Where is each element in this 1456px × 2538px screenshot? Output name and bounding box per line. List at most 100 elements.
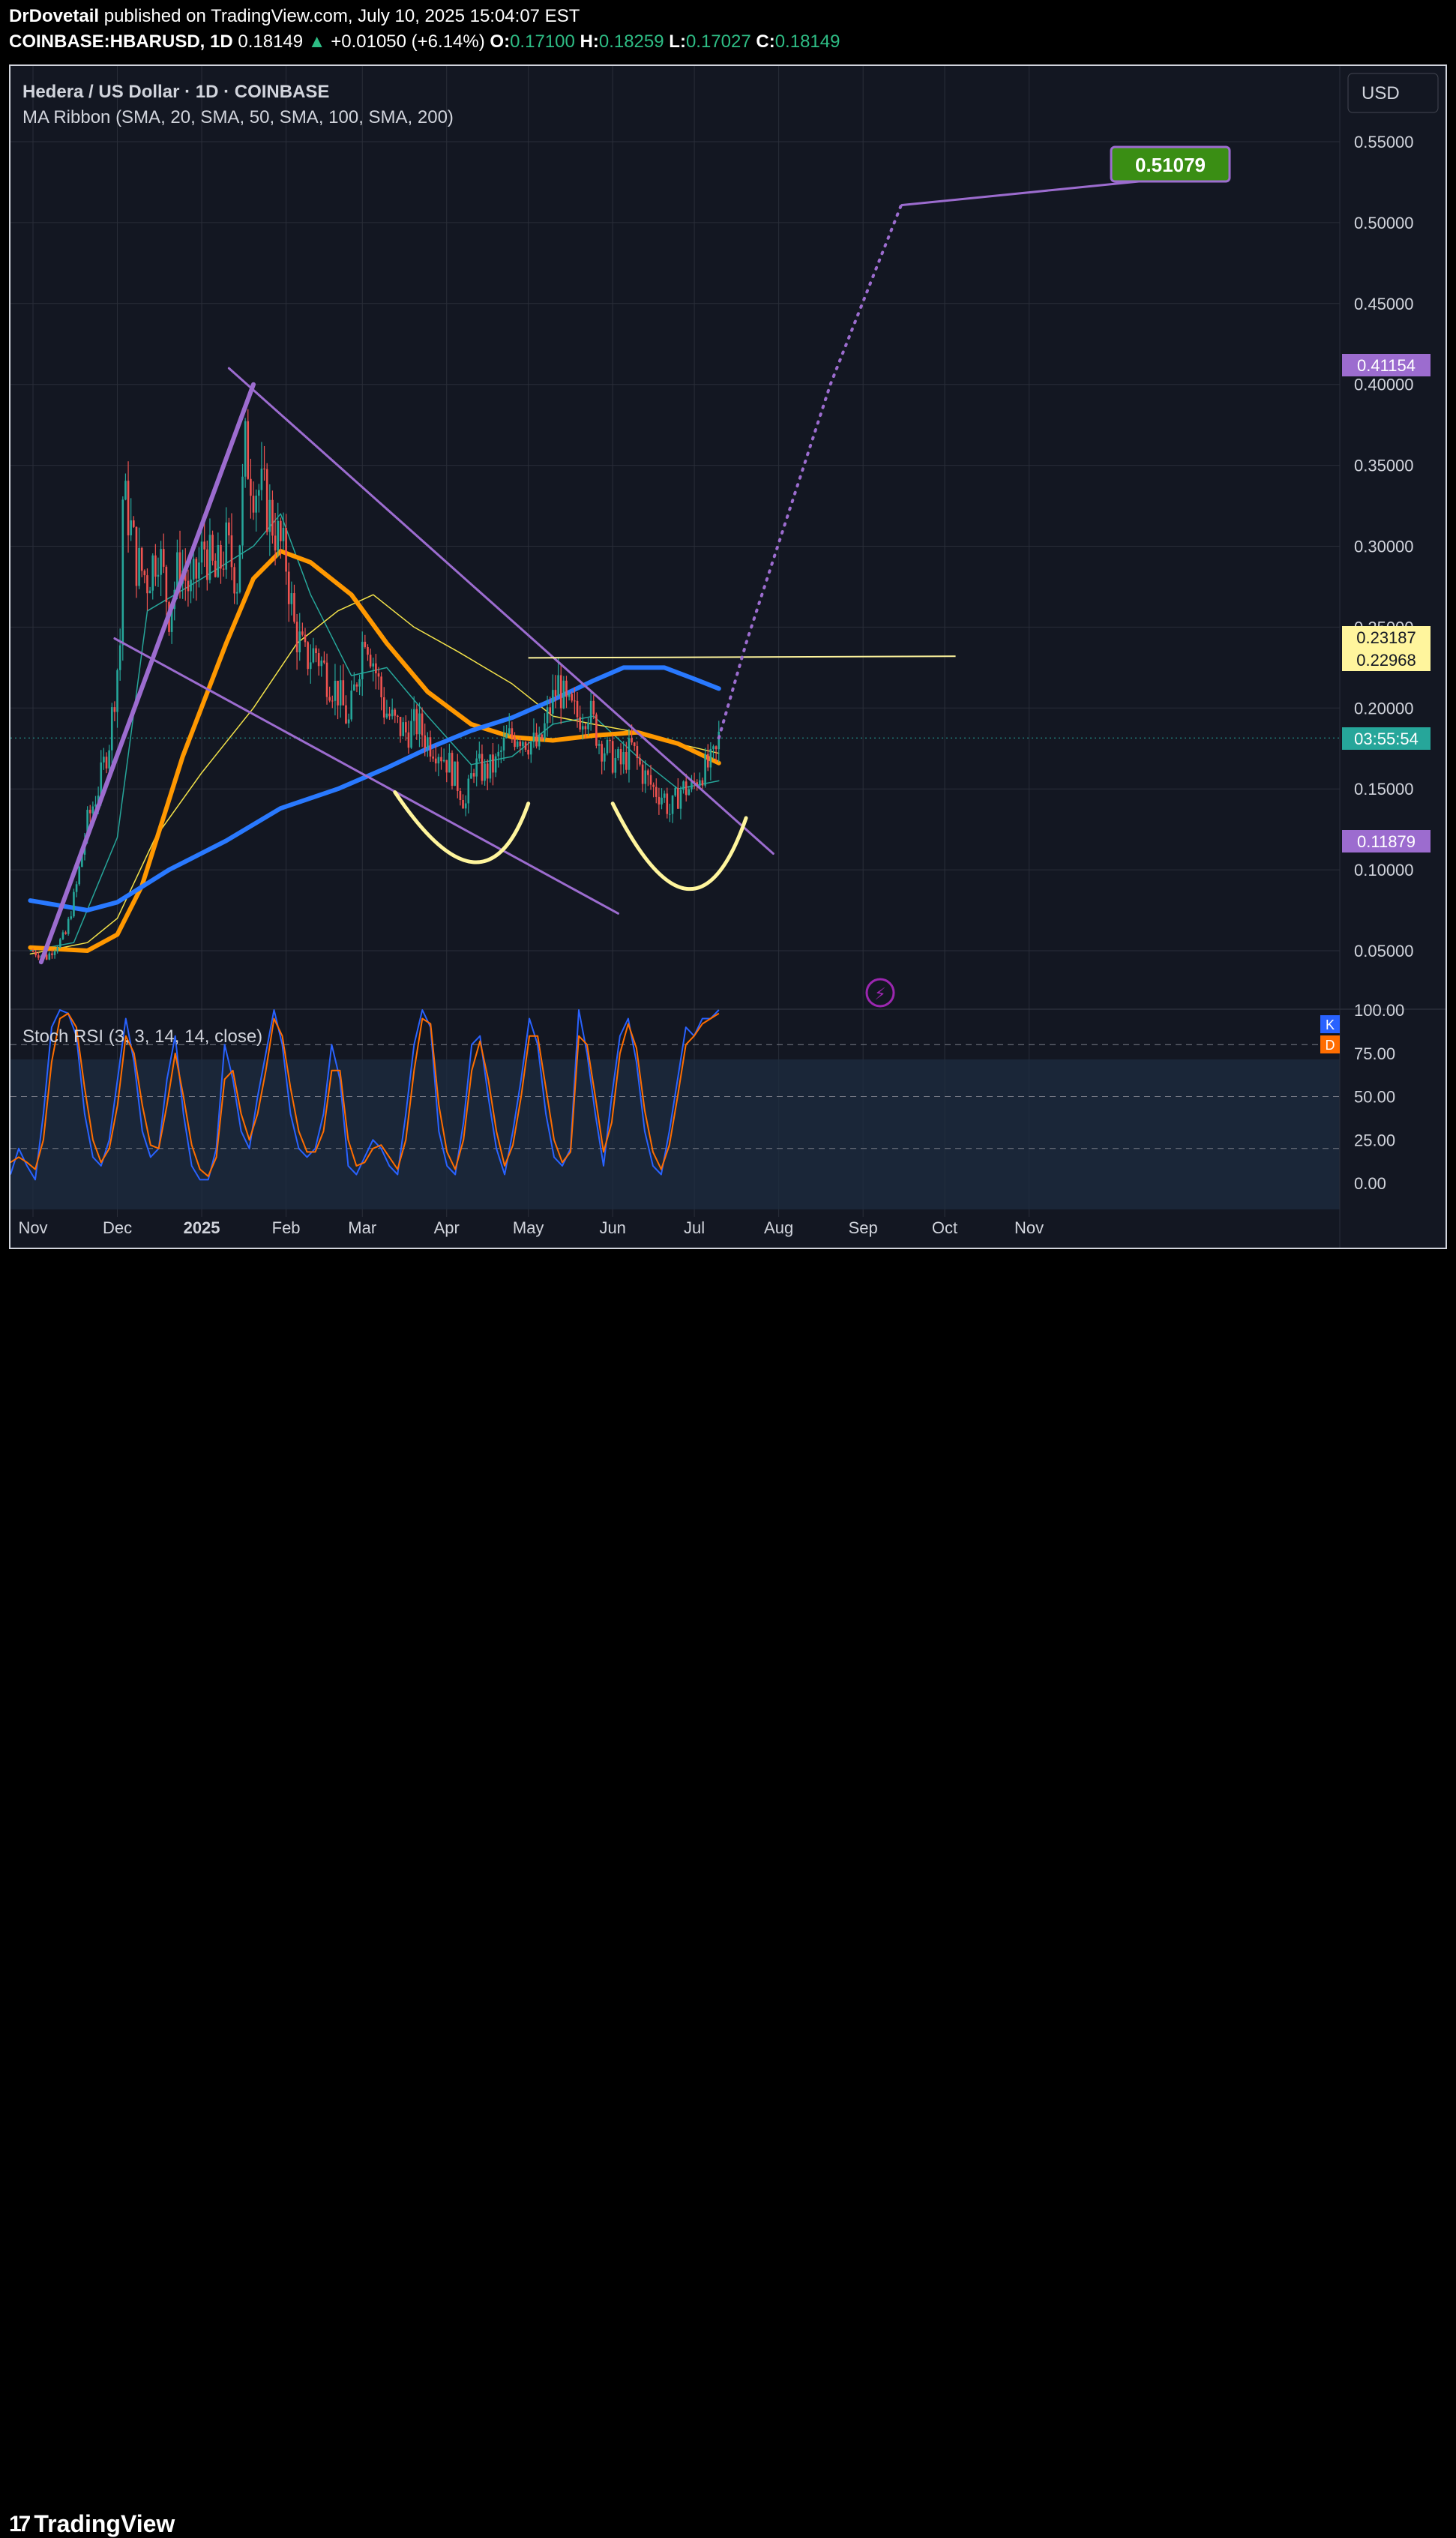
candle-body bbox=[595, 714, 598, 746]
moving-averages bbox=[28, 513, 721, 955]
stoch-band bbox=[10, 1059, 1340, 1209]
candle-body bbox=[151, 555, 154, 591]
candle-body bbox=[337, 680, 339, 706]
published-text: published on TradingView.com, July 10, 2… bbox=[103, 6, 580, 26]
candle-body bbox=[385, 713, 388, 718]
candle-body bbox=[260, 469, 263, 490]
candle-body bbox=[388, 713, 391, 717]
candle-body bbox=[652, 784, 655, 787]
candle-body bbox=[255, 496, 257, 513]
tradingview-mark-icon: 17 bbox=[9, 2511, 31, 2537]
x-tick-label: Oct bbox=[932, 1218, 957, 1237]
candle-body bbox=[391, 709, 394, 717]
candle-body bbox=[519, 742, 522, 747]
candle-body bbox=[334, 680, 337, 701]
candle-body bbox=[146, 575, 148, 594]
drawings[interactable] bbox=[38, 180, 1140, 965]
chart-canvas[interactable]: Nov Dec 2025 Feb Mar Apr May Jun Jul Aug Sep Oct Nov… bbox=[10, 66, 1446, 1248]
candle-body bbox=[415, 709, 418, 735]
target-price-label: 0.51079 bbox=[1135, 154, 1206, 176]
candle-body bbox=[574, 700, 576, 702]
candle-body bbox=[688, 789, 691, 796]
candle-body bbox=[399, 717, 402, 736]
candle-body bbox=[565, 680, 568, 697]
candle-body bbox=[514, 737, 516, 748]
x-tick-label: Nov bbox=[18, 1218, 47, 1237]
candle-body bbox=[282, 528, 285, 541]
candle-body bbox=[315, 648, 317, 654]
target-pointer bbox=[900, 180, 1140, 207]
lightning-glyph: ⚡ bbox=[874, 985, 885, 1004]
candle-body bbox=[434, 758, 437, 764]
symbol-name: COINBASE:HBARUSD, 1D bbox=[9, 31, 233, 52]
candle-body bbox=[293, 593, 295, 622]
candle-body bbox=[304, 634, 307, 643]
candle-body bbox=[641, 764, 644, 784]
candle-body bbox=[228, 522, 230, 536]
candle-body bbox=[589, 700, 592, 723]
candle-body bbox=[633, 742, 636, 747]
low-label: L: bbox=[669, 31, 686, 52]
candle-body bbox=[699, 780, 701, 787]
candle-body bbox=[644, 770, 647, 784]
candle-body bbox=[34, 951, 37, 956]
stoch-rsi-legend[interactable]: Stoch RSI (3, 3, 14, 14, close) bbox=[22, 1026, 262, 1047]
candle-body bbox=[682, 781, 685, 790]
candle-body bbox=[285, 528, 287, 572]
candle-body bbox=[64, 932, 67, 934]
candle-body bbox=[121, 499, 124, 646]
candle-body bbox=[557, 675, 559, 697]
candle-body bbox=[541, 734, 544, 739]
candle-body bbox=[301, 631, 304, 635]
candle-body bbox=[445, 760, 448, 773]
open-label: O: bbox=[490, 31, 511, 52]
y-tick-label: 0.15000 bbox=[1354, 780, 1414, 799]
candle-body bbox=[677, 787, 679, 809]
candle-body bbox=[364, 641, 367, 647]
candle-body bbox=[718, 731, 721, 750]
candle-body bbox=[211, 535, 214, 561]
candle-body bbox=[497, 751, 500, 757]
tradingview-logo[interactable]: 17 TradingView bbox=[9, 2510, 175, 2538]
candle-body bbox=[663, 793, 666, 798]
candle-body bbox=[604, 753, 606, 762]
low-value: 0.17027 bbox=[685, 31, 751, 52]
candle-body bbox=[442, 760, 445, 762]
ma-ribbon-legend[interactable]: MA Ribbon (SMA, 20, SMA, 50, SMA, 100, S… bbox=[22, 107, 454, 127]
candle-body bbox=[78, 867, 81, 885]
candle-body bbox=[162, 549, 165, 567]
candle-body bbox=[522, 742, 524, 747]
candle-body bbox=[110, 707, 113, 751]
candle-body bbox=[325, 662, 328, 697]
stoch-tick-label: 100.00 bbox=[1354, 1001, 1404, 1020]
candle-body bbox=[502, 738, 505, 751]
candle-body bbox=[529, 742, 532, 755]
x-tick-label: May bbox=[513, 1218, 544, 1237]
chart-frame[interactable]: Nov Dec 2025 Feb Mar Apr May Jun Jul Aug Sep Oct Nov… bbox=[9, 64, 1447, 1249]
candle-body bbox=[157, 574, 160, 577]
candle-body bbox=[73, 891, 75, 917]
candle-body bbox=[568, 694, 571, 697]
high-label: H: bbox=[580, 31, 599, 52]
candle-body bbox=[516, 742, 519, 748]
candle-body bbox=[538, 734, 541, 747]
candle-body bbox=[382, 697, 385, 718]
cup-arc bbox=[610, 802, 748, 891]
candle-body bbox=[427, 737, 429, 748]
candle-body bbox=[154, 555, 157, 577]
candle-body bbox=[712, 746, 715, 749]
candle-body bbox=[631, 738, 633, 743]
candle-body bbox=[481, 754, 484, 781]
candle-body bbox=[206, 549, 208, 580]
candle-body bbox=[230, 535, 233, 568]
candle-body bbox=[546, 707, 549, 724]
candle-body bbox=[511, 728, 514, 738]
candle-body bbox=[280, 520, 282, 541]
candle-body bbox=[244, 421, 247, 477]
candle-body bbox=[290, 593, 293, 604]
candle-body bbox=[584, 726, 587, 730]
symbol-line: COINBASE:HBARUSD, 1D 0.18149 ▲ +0.01050 … bbox=[9, 31, 840, 52]
y-tick-label: 0.40000 bbox=[1354, 376, 1414, 394]
author-name[interactable]: DrDovetail bbox=[9, 6, 99, 26]
candle-body bbox=[601, 744, 603, 762]
